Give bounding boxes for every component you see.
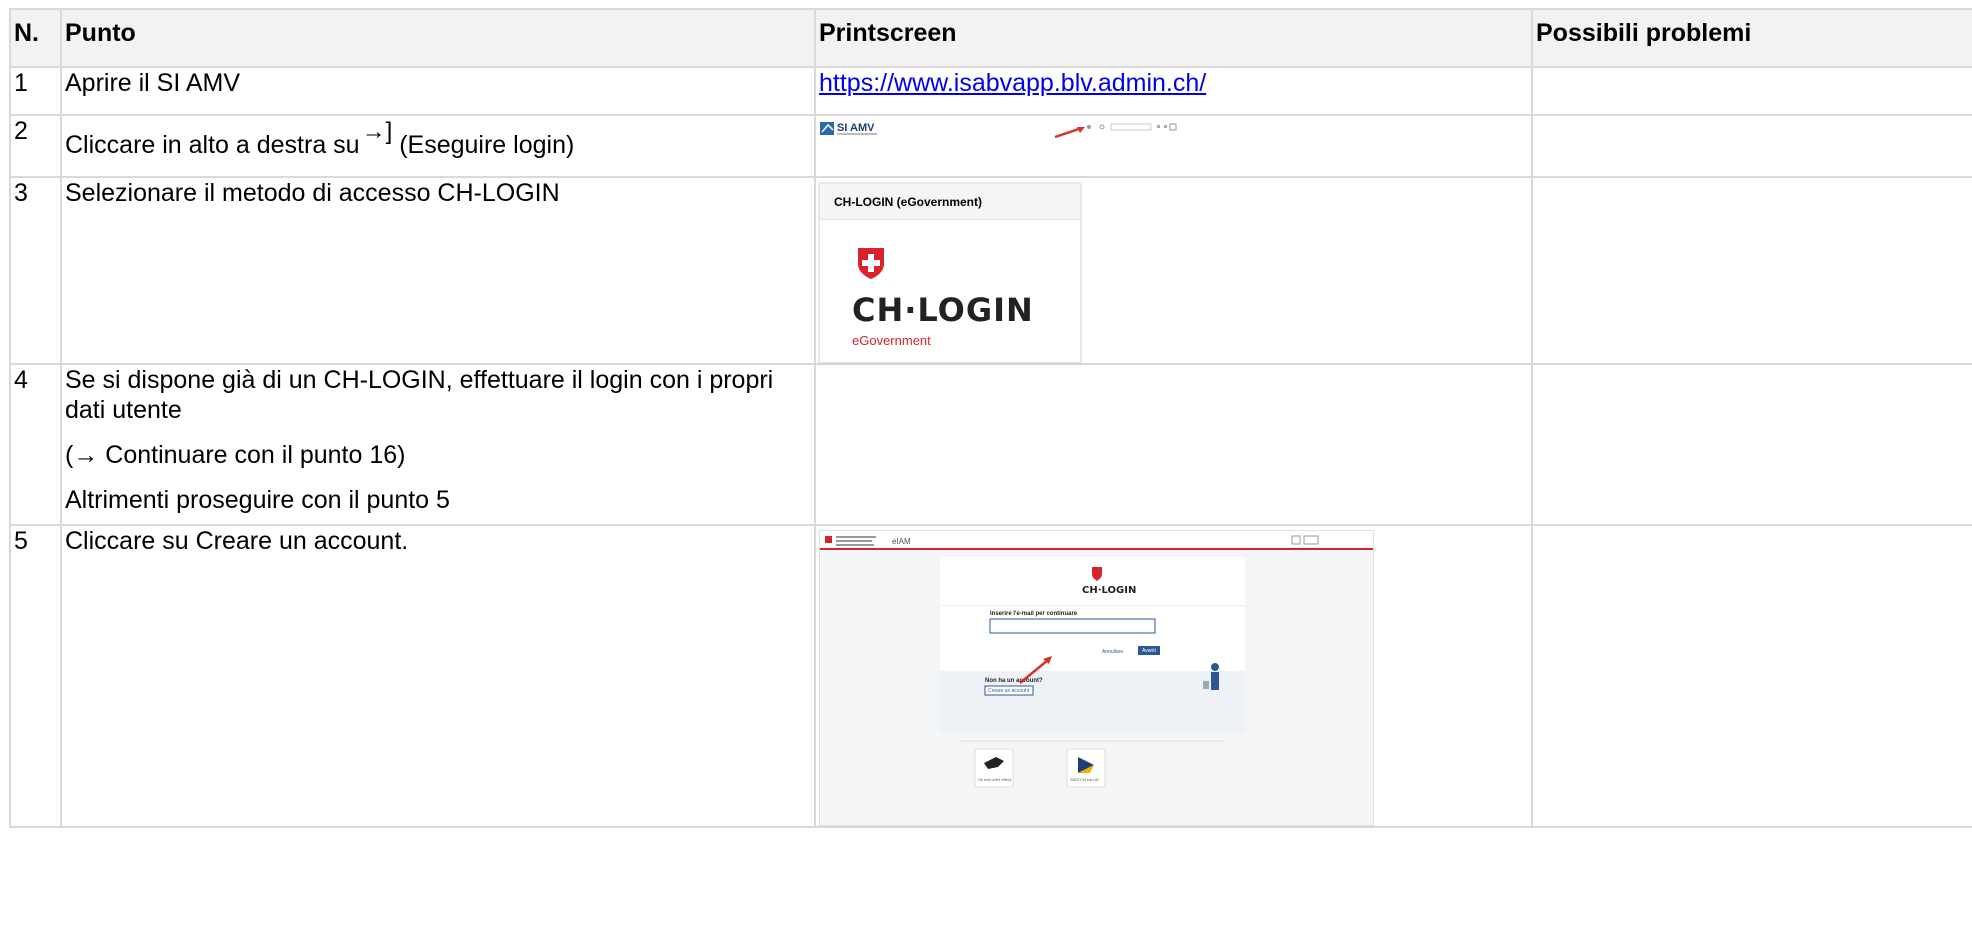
header-punto: Punto	[60, 8, 816, 68]
step-text: Aprire il SI AMV	[60, 66, 816, 116]
printscreen-cell: SI AMV	[814, 114, 1533, 178]
step-text: Cliccare su Creare un account.	[60, 524, 816, 828]
cancel-link: Annullare	[1102, 649, 1123, 655]
table-row: 5 Cliccare su Creare un account. eIAM CH…	[9, 524, 1972, 828]
printscreen-cell: https://www.isabvapp.blv.admin.ch/	[814, 66, 1533, 116]
egovernment-label: eGovernment	[852, 333, 931, 348]
login-icon: →]	[361, 118, 393, 145]
table-row: 2 Cliccare in alto a destra su→] (Esegui…	[9, 114, 1972, 178]
table-row: 1 Aprire il SI AMV https://www.isabvapp.…	[9, 66, 1972, 116]
step-text-after: (Eseguire login)	[392, 131, 575, 159]
step-text: Se si dispone già di un CH-LOGIN, effett…	[60, 363, 816, 526]
eiam-header: eIAM	[892, 537, 911, 546]
printscreen-cell	[814, 363, 1533, 526]
step-line: (→ Continuare con il punto 16)	[65, 441, 406, 469]
problems-cell	[1531, 176, 1972, 365]
step-text-before: Cliccare in alto a destra su	[65, 131, 360, 159]
eiam-screenshot: eIAM CH·LOGIN Inserire l'e-mail per cont…	[819, 530, 1374, 826]
row-number: 3	[9, 176, 62, 365]
problems-cell	[1531, 114, 1972, 178]
alt-login-2: SWITCH edu-ID	[1070, 777, 1099, 782]
table-row: 3 Selezionare il metodo di accesso CH-LO…	[9, 176, 1972, 365]
problems-cell	[1531, 524, 1972, 828]
table-row: 4 Se si dispone già di un CH-LOGIN, effe…	[9, 363, 1972, 526]
eiam-logo: CH·LOGIN	[1082, 585, 1136, 596]
step-text: Selezionare il metodo di accesso CH-LOGI…	[60, 176, 816, 365]
header-row: N. Punto Printscreen Possibili problemi	[9, 8, 1972, 68]
step-text: Cliccare in alto a destra su→] (Eseguire…	[60, 114, 816, 178]
problems-cell	[1531, 66, 1972, 116]
no-account-text: Non ha un account?	[985, 678, 1043, 684]
screenshot-app-name: SI AMV	[837, 122, 875, 134]
step-line: Altrimenti proseguire con il punto 5	[65, 486, 450, 514]
problems-cell	[1531, 363, 1972, 526]
printscreen-cell: CH-LOGIN (eGovernment) CH·LOGIN eGovernm…	[814, 176, 1533, 365]
ch-login-logo-text: CH·LOGIN	[852, 291, 1034, 329]
email-prompt: Inserire l'e-mail per continuare	[990, 611, 1078, 617]
ch-login-card-title: CH-LOGIN (eGovernment)	[820, 184, 1080, 220]
step-line: Se si dispone già di un CH-LOGIN, effett…	[65, 366, 774, 424]
ch-login-card[interactable]: CH-LOGIN (eGovernment) CH·LOGIN eGovernm…	[819, 183, 1081, 363]
toolbar-screenshot: SI AMV	[819, 116, 1531, 168]
row-number: 1	[9, 66, 62, 116]
row-number: 2	[9, 114, 62, 178]
row-number: 4	[9, 363, 62, 526]
swiss-shield-icon	[858, 248, 884, 279]
create-account-button: Creare un account	[988, 688, 1030, 694]
si-amv-link[interactable]: https://www.isabvapp.blv.admin.ch/	[819, 69, 1206, 97]
header-problemi: Possibili problemi	[1531, 8, 1972, 68]
alt-login-1: Gli enti UHH effect	[978, 777, 1012, 782]
header-printscreen: Printscreen	[814, 8, 1533, 68]
header-n: N.	[9, 8, 62, 68]
next-button: Avanti	[1142, 648, 1156, 654]
row-number: 5	[9, 524, 62, 828]
printscreen-cell: eIAM CH·LOGIN Inserire l'e-mail per cont…	[814, 524, 1533, 828]
instructions-table: N. Punto Printscreen Possibili problemi …	[9, 8, 1972, 828]
swiss-flag-icon	[825, 536, 832, 543]
